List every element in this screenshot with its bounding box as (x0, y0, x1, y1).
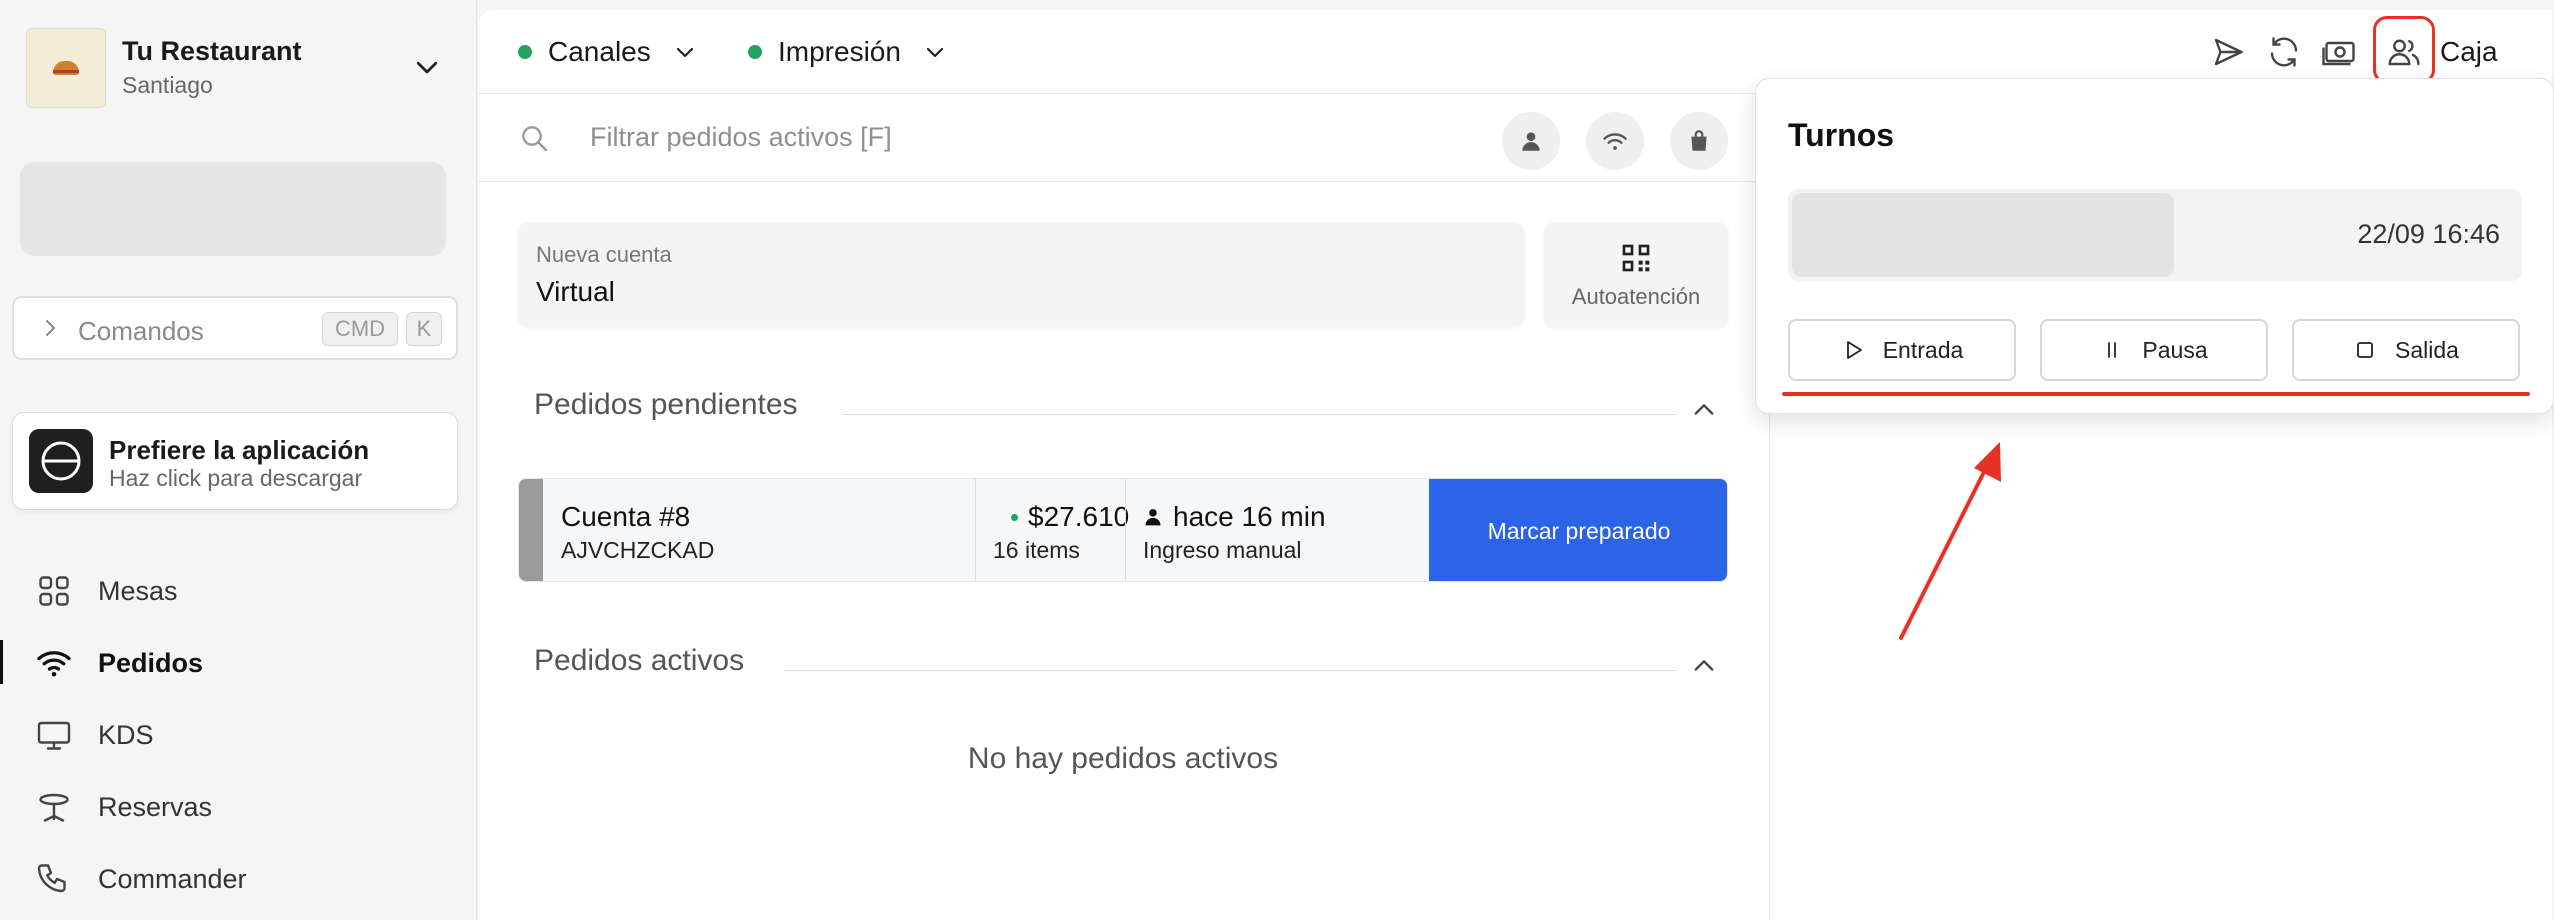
chevron-up-icon[interactable] (1690, 396, 1718, 424)
sidebar-item-label: Pedidos (98, 648, 204, 678)
clock-out-button[interactable]: Salida (2292, 319, 2520, 381)
phone-icon (37, 864, 66, 893)
app-logo-icon (29, 429, 93, 493)
new-account-value: Virtual (536, 276, 615, 307)
chevron-down-icon[interactable] (412, 52, 442, 82)
pause-label: Pausa (2142, 336, 2208, 363)
order-time-value: hace 16 min (1173, 501, 1326, 532)
order-items: 16 items (993, 537, 1080, 563)
shift-user-placeholder (1792, 193, 2174, 277)
pending-orders-title: Pedidos pendientes (534, 388, 798, 421)
sidebar-item-mesas[interactable]: Mesas (0, 560, 477, 620)
status-dot (518, 45, 532, 59)
channels-label: Canales (548, 36, 651, 67)
filter-person-button[interactable] (1502, 112, 1560, 170)
placeholder-block (20, 162, 446, 256)
monitor-icon (37, 721, 71, 750)
divider (842, 414, 1676, 415)
order-amount: $27.610 (1011, 501, 1129, 533)
command-palette-button[interactable]: Comandos CMD K (12, 296, 458, 360)
pause-button[interactable]: Pausa (2040, 319, 2268, 381)
cash-icon[interactable] (2322, 34, 2358, 70)
refresh-icon[interactable] (2266, 34, 2302, 70)
new-account-caption: Nueva cuenta (536, 242, 672, 267)
shopping-bag-icon (1691, 130, 1707, 151)
caja-button[interactable]: Caja (2440, 36, 2498, 68)
filter-bag-button[interactable] (1670, 112, 1728, 170)
clock-out-label: Salida (2395, 336, 2459, 363)
sidebar-item-label: Commander (98, 864, 247, 894)
annotation-highlight (2373, 16, 2435, 84)
clock-in-button[interactable]: Entrada (1788, 319, 2016, 381)
sidebar-item-commander[interactable]: Commander (0, 848, 477, 908)
order-status-bar (519, 479, 543, 581)
order-account: Cuenta #8 (561, 501, 691, 532)
sidebar-item-pedidos[interactable]: Pedidos (0, 632, 477, 692)
chevron-up-icon[interactable] (1690, 652, 1718, 680)
print-label: Impresión (778, 36, 901, 67)
annotation-arrow (1899, 442, 2001, 640)
grid-icon (39, 576, 69, 606)
order-source: Ingreso manual (1143, 537, 1302, 563)
stop-icon (2357, 342, 2373, 358)
print-dropdown[interactable]: Impresión (748, 34, 947, 70)
status-dot (1011, 513, 1018, 521)
empty-active-orders: No hay pedidos activos (967, 742, 1279, 775)
sidebar-item-label: Reservas (98, 792, 213, 822)
search-bar: Filtrar pedidos activos [F] (478, 94, 1768, 182)
shifts-popover: Turnos 22/09 16:46 Entrada Pausa Salida (1755, 78, 2554, 414)
self-service-label: Autoatención (1571, 284, 1701, 309)
sidebar-item-reservas[interactable]: Reservas (0, 776, 477, 836)
send-icon[interactable] (2210, 34, 2246, 70)
status-dot (748, 45, 762, 59)
qr-code-icon (1622, 244, 1650, 272)
table-icon (39, 793, 69, 822)
chevron-down-icon (926, 47, 944, 58)
chevron-down-icon (676, 47, 693, 58)
shift-card: 22/09 16:46 (1788, 189, 2522, 281)
commands-label: Comandos (78, 316, 204, 346)
annotation-underline (1782, 392, 2530, 396)
mark-prepared-button[interactable]: Marcar preparado (1429, 479, 1727, 581)
restaurant-name: Tu Restaurant (122, 36, 302, 66)
sidebar-item-kds[interactable]: KDS (0, 704, 477, 764)
shortcut-cmd: CMD (322, 312, 398, 346)
order-code: AJVCHZCKAD (561, 537, 715, 563)
restaurant-logo (26, 28, 106, 108)
clock-in-label: Entrada (1882, 336, 1964, 363)
sidebar-item-label: Mesas (98, 576, 178, 606)
sidebar-item-label: KDS (98, 720, 154, 750)
app-promo-title: Prefiere la aplicación (109, 435, 370, 465)
divider (1125, 479, 1126, 581)
channels-dropdown[interactable]: Canales (518, 34, 697, 70)
order-amount-value: $27.610 (1028, 501, 1130, 532)
wifi-icon (1603, 133, 1627, 150)
filter-wifi-button[interactable] (1586, 112, 1644, 170)
new-account-card[interactable]: Nueva cuenta Virtual (518, 222, 1524, 326)
pending-order-row[interactable]: Cuenta #8 AJVCHZCKAD $27.610 16 items ha… (518, 478, 1728, 582)
shortcut-k: K (406, 312, 442, 346)
chevron-right-icon (46, 320, 56, 336)
orders-pane: Nueva cuenta Virtual Autoatención Pedido… (478, 182, 1768, 920)
sidebar: Tu Restaurant Santiago Comandos CMD K Pr… (0, 0, 477, 920)
restaurant-selector[interactable]: Tu Restaurant Santiago (26, 26, 446, 108)
download-app-card[interactable]: Prefiere la aplicación Haz click para de… (12, 412, 458, 510)
self-service-button[interactable]: Autoatención (1544, 222, 1728, 326)
restaurant-city: Santiago (122, 72, 213, 98)
shift-time: 22/09 16:46 (2357, 219, 2500, 249)
search-icon (522, 126, 548, 152)
pause-icon (2108, 342, 2117, 358)
person-icon (1145, 509, 1161, 526)
app-promo-subtitle: Haz click para descargar (109, 465, 363, 491)
person-icon (1522, 132, 1540, 151)
search-input[interactable]: Filtrar pedidos activos [F] (590, 122, 892, 153)
wifi-icon (37, 651, 71, 677)
active-orders-title: Pedidos activos (534, 644, 745, 677)
divider (975, 479, 976, 581)
order-time: hace 16 min (1143, 501, 1326, 533)
shifts-title: Turnos (1788, 117, 1895, 153)
divider (784, 670, 1676, 671)
play-icon (1846, 341, 1862, 359)
